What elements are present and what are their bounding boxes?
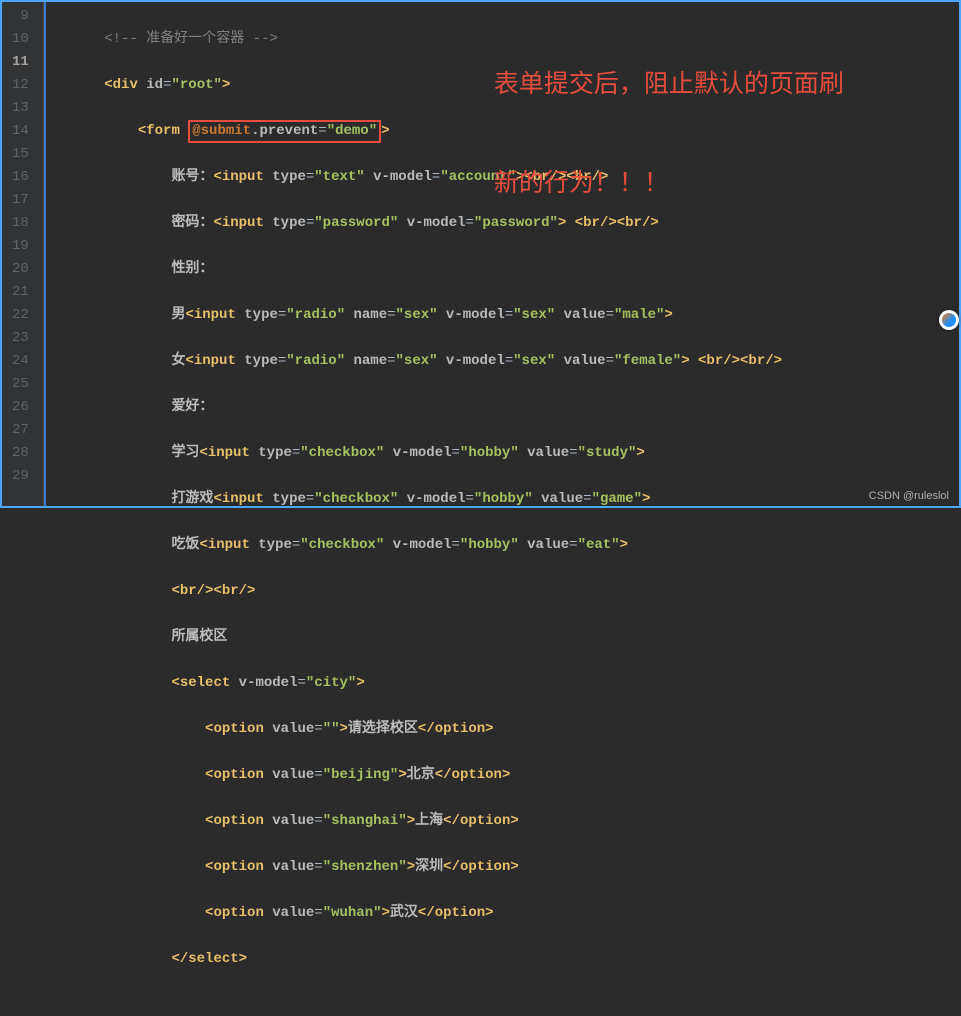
code-line: <select v-model="city">	[54, 672, 959, 695]
code-line: <option value="">请选择校区</option>	[54, 718, 959, 741]
comment: <!-- 准备好一个容器 -->	[104, 31, 278, 47]
code-line: <div id="root">	[54, 74, 959, 97]
code-area[interactable]: <!-- 准备好一个容器 --> <div id="root"> <form @…	[44, 2, 959, 506]
code-line: 所属校区	[54, 626, 959, 649]
line-number: 26	[12, 396, 29, 419]
line-number: 9	[12, 5, 29, 28]
code-line: 学习<input type="checkbox" v-model="hobby"…	[54, 442, 959, 465]
line-number: 16	[12, 166, 29, 189]
code-line: 男<input type="radio" name="sex" v-model=…	[54, 304, 959, 327]
watermark-text: CSDN @ruleslol	[869, 490, 949, 502]
code-line: 性别：	[54, 258, 959, 281]
code-line: 密码：<input type="password" v-model="passw…	[54, 212, 959, 235]
code-line-active: <form @submit.prevent="demo">	[54, 120, 959, 143]
line-number: 25	[12, 373, 29, 396]
code-line: <option value="shanghai">上海</option>	[54, 810, 959, 833]
line-number-gutter: 9101112131415161718192021222324252627282…	[2, 2, 44, 506]
line-number: 12	[12, 74, 29, 97]
line-number: 10	[12, 28, 29, 51]
line-number: 22	[12, 304, 29, 327]
code-line: 吃饭<input type="checkbox" v-model="hobby"…	[54, 534, 959, 557]
line-number: 23	[12, 327, 29, 350]
line-number: 19	[12, 235, 29, 258]
line-number: 11	[12, 51, 29, 74]
circle-badge-icon	[939, 310, 959, 330]
code-line: <option value="beijing">北京</option>	[54, 764, 959, 787]
line-number: 20	[12, 258, 29, 281]
code-line: <option value="wuhan">武汉</option>	[54, 902, 959, 925]
code-editor[interactable]: 9101112131415161718192021222324252627282…	[2, 2, 959, 506]
code-line: <!-- 准备好一个容器 -->	[54, 28, 959, 51]
code-line: 账号：<input type="text" v-model="account">…	[54, 166, 959, 189]
line-number: 18	[12, 212, 29, 235]
code-line: 爱好：	[54, 396, 959, 419]
line-number: 24	[12, 350, 29, 373]
line-number: 17	[12, 189, 29, 212]
line-number: 27	[12, 419, 29, 442]
highlighted-directive: @submit.prevent="demo"	[188, 120, 381, 143]
line-number: 13	[12, 97, 29, 120]
line-number: 14	[12, 120, 29, 143]
code-line: <br/><br/>	[54, 580, 959, 603]
line-number: 28	[12, 442, 29, 465]
code-line: <option value="shenzhen">深圳</option>	[54, 856, 959, 879]
line-number: 15	[12, 143, 29, 166]
code-line: 女<input type="radio" name="sex" v-model=…	[54, 350, 959, 373]
line-number: 29	[12, 465, 29, 488]
line-number: 21	[12, 281, 29, 304]
code-line: </select>	[54, 948, 959, 971]
